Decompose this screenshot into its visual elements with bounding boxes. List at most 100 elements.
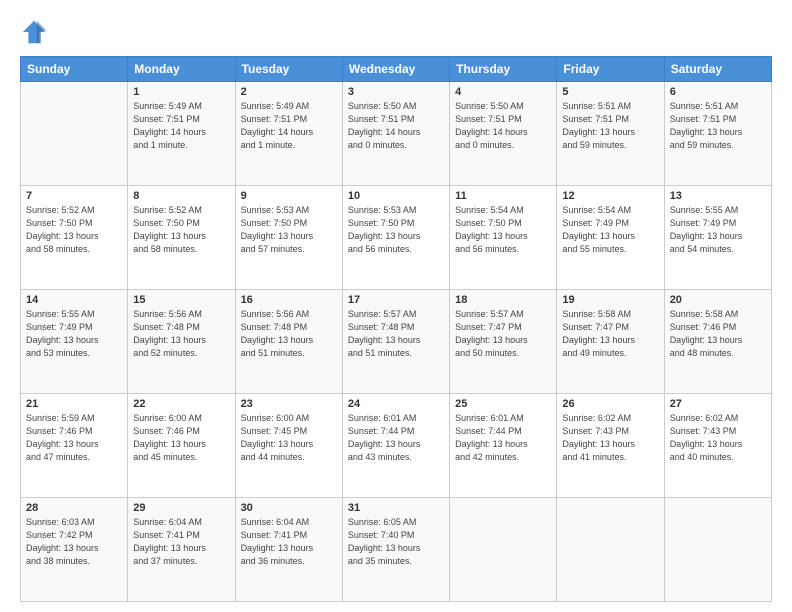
- calendar-cell: 10Sunrise: 5:53 AM Sunset: 7:50 PM Dayli…: [342, 186, 449, 290]
- calendar-cell: 24 Sunrise: 6:01 AM Sunset: 7:44 PM Dayli…: [342, 394, 449, 498]
- day-info: Sunrise: 5:55 AM Sunset: 7:49 PM Dayligh…: [26, 308, 122, 360]
- calendar-cell: 1 Sunrise: 5:49 AM Sunset: 7:51 PM Daylig…: [128, 82, 235, 186]
- day-number: 19: [562, 294, 658, 306]
- week-row-4: 21 Sunrise: 5:59 AM Sunset: 7:46 PM Dayli…: [21, 394, 772, 498]
- weekday-header-friday: Friday: [557, 57, 664, 82]
- day-info: Sunrise: 6:02 AM Sunset: 7:43 PM Dayligh…: [562, 412, 658, 464]
- calendar-cell: 8 Sunrise: 5:52 AM Sunset: 7:50 PM Daylig…: [128, 186, 235, 290]
- day-number: 8: [133, 190, 229, 202]
- day-info: Sunrise: 5:54 AM Sunset: 7:50 PM Dayligh…: [455, 204, 551, 256]
- calendar-cell: 6Sunrise: 5:51 AM Sunset: 7:51 PM Daylig…: [664, 82, 771, 186]
- calendar-cell: 12 Sunrise: 5:54 AM Sunset: 7:49 PM Dayli…: [557, 186, 664, 290]
- day-number: 18: [455, 294, 551, 306]
- calendar-cell: 22 Sunrise: 6:00 AM Sunset: 7:46 PM Dayli…: [128, 394, 235, 498]
- day-number: 13: [670, 190, 766, 202]
- day-info: Sunrise: 5:50 AM Sunset: 7:51 PM Dayligh…: [455, 100, 551, 152]
- weekday-header-monday: Monday: [128, 57, 235, 82]
- week-row-5: 28Sunrise: 6:03 AM Sunset: 7:42 PM Dayli…: [21, 498, 772, 602]
- calendar-cell: 31 Sunrise: 6:05 AM Sunset: 7:40 PM Dayli…: [342, 498, 449, 602]
- day-number: 15: [133, 294, 229, 306]
- day-number: 11: [455, 190, 551, 202]
- calendar-header: SundayMondayTuesdayWednesdayThursdayFrid…: [21, 57, 772, 82]
- calendar-cell: 19 Sunrise: 5:58 AM Sunset: 7:47 PM Dayli…: [557, 290, 664, 394]
- day-info: Sunrise: 5:58 AM Sunset: 7:46 PM Dayligh…: [670, 308, 766, 360]
- day-info: Sunrise: 5:53 AM Sunset: 7:50 PM Dayligh…: [348, 204, 444, 256]
- calendar-cell: 16Sunrise: 5:56 AM Sunset: 7:48 PM Dayli…: [235, 290, 342, 394]
- page: SundayMondayTuesdayWednesdayThursdayFrid…: [0, 0, 792, 612]
- day-info: Sunrise: 6:01 AM Sunset: 7:44 PM Dayligh…: [455, 412, 551, 464]
- day-number: 23: [241, 398, 337, 410]
- day-number: 24: [348, 398, 444, 410]
- calendar-cell: 13Sunrise: 5:55 AM Sunset: 7:49 PM Dayli…: [664, 186, 771, 290]
- day-number: 2: [241, 86, 337, 98]
- day-info: Sunrise: 5:52 AM Sunset: 7:50 PM Dayligh…: [133, 204, 229, 256]
- day-info: Sunrise: 6:04 AM Sunset: 7:41 PM Dayligh…: [133, 516, 229, 568]
- calendar-cell: 23 Sunrise: 6:00 AM Sunset: 7:45 PM Dayli…: [235, 394, 342, 498]
- day-info: Sunrise: 5:49 AM Sunset: 7:51 PM Dayligh…: [133, 100, 229, 152]
- calendar-cell: 11 Sunrise: 5:54 AM Sunset: 7:50 PM Dayli…: [450, 186, 557, 290]
- calendar-cell: 15 Sunrise: 5:56 AM Sunset: 7:48 PM Dayli…: [128, 290, 235, 394]
- day-number: 7: [26, 190, 122, 202]
- day-number: 26: [562, 398, 658, 410]
- calendar-cell: 20 Sunrise: 5:58 AM Sunset: 7:46 PM Dayli…: [664, 290, 771, 394]
- calendar-cell: [557, 498, 664, 602]
- weekday-header-tuesday: Tuesday: [235, 57, 342, 82]
- day-number: 21: [26, 398, 122, 410]
- calendar-cell: 18 Sunrise: 5:57 AM Sunset: 7:47 PM Dayli…: [450, 290, 557, 394]
- day-number: 25: [455, 398, 551, 410]
- calendar: SundayMondayTuesdayWednesdayThursdayFrid…: [20, 56, 772, 602]
- calendar-body: 1 Sunrise: 5:49 AM Sunset: 7:51 PM Daylig…: [21, 82, 772, 602]
- day-number: 9: [241, 190, 337, 202]
- day-info: Sunrise: 6:00 AM Sunset: 7:45 PM Dayligh…: [241, 412, 337, 464]
- day-info: Sunrise: 6:03 AM Sunset: 7:42 PM Dayligh…: [26, 516, 122, 568]
- calendar-cell: 28Sunrise: 6:03 AM Sunset: 7:42 PM Dayli…: [21, 498, 128, 602]
- calendar-cell: [664, 498, 771, 602]
- day-number: 12: [562, 190, 658, 202]
- day-number: 20: [670, 294, 766, 306]
- weekday-header-wednesday: Wednesday: [342, 57, 449, 82]
- calendar-cell: [450, 498, 557, 602]
- calendar-cell: 5Sunrise: 5:51 AM Sunset: 7:51 PM Daylig…: [557, 82, 664, 186]
- calendar-cell: 30 Sunrise: 6:04 AM Sunset: 7:41 PM Dayli…: [235, 498, 342, 602]
- weekday-header-saturday: Saturday: [664, 57, 771, 82]
- day-info: Sunrise: 5:56 AM Sunset: 7:48 PM Dayligh…: [133, 308, 229, 360]
- weekday-row: SundayMondayTuesdayWednesdayThursdayFrid…: [21, 57, 772, 82]
- day-info: Sunrise: 5:53 AM Sunset: 7:50 PM Dayligh…: [241, 204, 337, 256]
- weekday-header-sunday: Sunday: [21, 57, 128, 82]
- weekday-header-thursday: Thursday: [450, 57, 557, 82]
- day-info: Sunrise: 5:49 AM Sunset: 7:51 PM Dayligh…: [241, 100, 337, 152]
- day-info: Sunrise: 5:58 AM Sunset: 7:47 PM Dayligh…: [562, 308, 658, 360]
- day-info: Sunrise: 5:57 AM Sunset: 7:47 PM Dayligh…: [455, 308, 551, 360]
- calendar-cell: 26 Sunrise: 6:02 AM Sunset: 7:43 PM Dayli…: [557, 394, 664, 498]
- calendar-cell: 17Sunrise: 5:57 AM Sunset: 7:48 PM Dayli…: [342, 290, 449, 394]
- day-info: Sunrise: 5:57 AM Sunset: 7:48 PM Dayligh…: [348, 308, 444, 360]
- day-number: 5: [562, 86, 658, 98]
- week-row-3: 14Sunrise: 5:55 AM Sunset: 7:49 PM Dayli…: [21, 290, 772, 394]
- day-info: Sunrise: 6:00 AM Sunset: 7:46 PM Dayligh…: [133, 412, 229, 464]
- day-number: 30: [241, 502, 337, 514]
- day-number: 27: [670, 398, 766, 410]
- day-number: 31: [348, 502, 444, 514]
- logo-icon: [20, 18, 48, 46]
- day-number: 1: [133, 86, 229, 98]
- day-info: Sunrise: 5:59 AM Sunset: 7:46 PM Dayligh…: [26, 412, 122, 464]
- day-number: 22: [133, 398, 229, 410]
- calendar-table: SundayMondayTuesdayWednesdayThursdayFrid…: [20, 56, 772, 602]
- logo: [20, 18, 52, 46]
- day-info: Sunrise: 5:54 AM Sunset: 7:49 PM Dayligh…: [562, 204, 658, 256]
- calendar-cell: 3Sunrise: 5:50 AM Sunset: 7:51 PM Daylig…: [342, 82, 449, 186]
- calendar-cell: 27Sunrise: 6:02 AM Sunset: 7:43 PM Dayli…: [664, 394, 771, 498]
- calendar-cell: 21 Sunrise: 5:59 AM Sunset: 7:46 PM Dayli…: [21, 394, 128, 498]
- day-number: 29: [133, 502, 229, 514]
- header: [20, 18, 772, 46]
- day-info: Sunrise: 6:04 AM Sunset: 7:41 PM Dayligh…: [241, 516, 337, 568]
- day-info: Sunrise: 6:05 AM Sunset: 7:40 PM Dayligh…: [348, 516, 444, 568]
- day-info: Sunrise: 5:51 AM Sunset: 7:51 PM Dayligh…: [670, 100, 766, 152]
- day-number: 16: [241, 294, 337, 306]
- calendar-cell: 25 Sunrise: 6:01 AM Sunset: 7:44 PM Dayli…: [450, 394, 557, 498]
- calendar-cell: 7 Sunrise: 5:52 AM Sunset: 7:50 PM Daylig…: [21, 186, 128, 290]
- day-info: Sunrise: 6:01 AM Sunset: 7:44 PM Dayligh…: [348, 412, 444, 464]
- day-info: Sunrise: 5:52 AM Sunset: 7:50 PM Dayligh…: [26, 204, 122, 256]
- day-number: 4: [455, 86, 551, 98]
- calendar-cell: 4 Sunrise: 5:50 AM Sunset: 7:51 PM Daylig…: [450, 82, 557, 186]
